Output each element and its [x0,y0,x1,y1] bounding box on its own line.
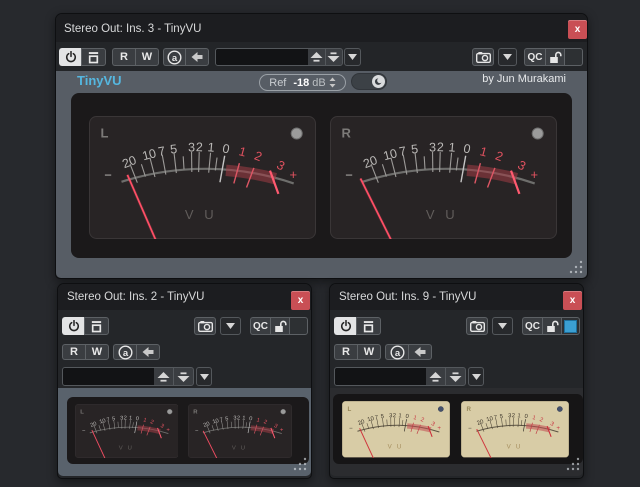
svg-text:V: V [426,207,435,222]
svg-text:3: 3 [233,416,236,422]
svg-text:1: 1 [207,140,215,155]
svg-text:3: 3 [120,416,123,422]
svg-text:L: L [347,407,351,413]
svg-text:a: a [122,348,128,359]
svg-text:V: V [118,445,122,451]
svg-text:−: − [104,167,112,182]
svg-text:2: 2 [123,415,126,421]
svg-text:R: R [466,407,471,413]
svg-text:V: V [232,445,236,451]
svg-text:R: R [342,126,352,141]
svg-text:1: 1 [517,413,521,419]
svg-text:U: U [515,444,519,450]
svg-text:5: 5 [499,414,503,420]
svg-text:2: 2 [392,413,395,419]
svg-text:1: 1 [242,416,246,422]
svg-text:2: 2 [196,140,203,154]
svg-text:+: + [290,167,298,182]
svg-text:3: 3 [508,413,511,419]
svg-text:−: − [345,167,353,182]
svg-text:U: U [204,207,213,222]
svg-text:3: 3 [188,140,195,154]
svg-text:U: U [396,444,400,450]
svg-text:−: − [349,426,353,432]
svg-text:−: − [195,428,199,434]
svg-text:3: 3 [389,413,392,419]
svg-text:a: a [394,348,400,359]
svg-text:3: 3 [429,140,436,154]
svg-text:5: 5 [225,416,229,422]
svg-text:U: U [445,207,454,222]
svg-text:U: U [241,445,245,451]
svg-text:1: 1 [128,416,132,422]
svg-text:L: L [101,126,109,141]
svg-text:2: 2 [437,140,444,154]
svg-text:1: 1 [398,413,402,419]
svg-text:1: 1 [448,140,456,155]
svg-text:+: + [531,167,539,182]
svg-text:V: V [185,207,194,222]
svg-text:+: + [437,426,441,432]
svg-text:+: + [280,428,284,434]
svg-text:2: 2 [237,415,240,421]
svg-text:2: 2 [511,413,514,419]
svg-text:5: 5 [380,414,384,420]
svg-text:a: a [172,53,178,64]
svg-text:+: + [556,426,560,432]
svg-text:−: − [468,426,472,432]
svg-text:L: L [80,410,84,416]
svg-text:U: U [127,445,131,451]
